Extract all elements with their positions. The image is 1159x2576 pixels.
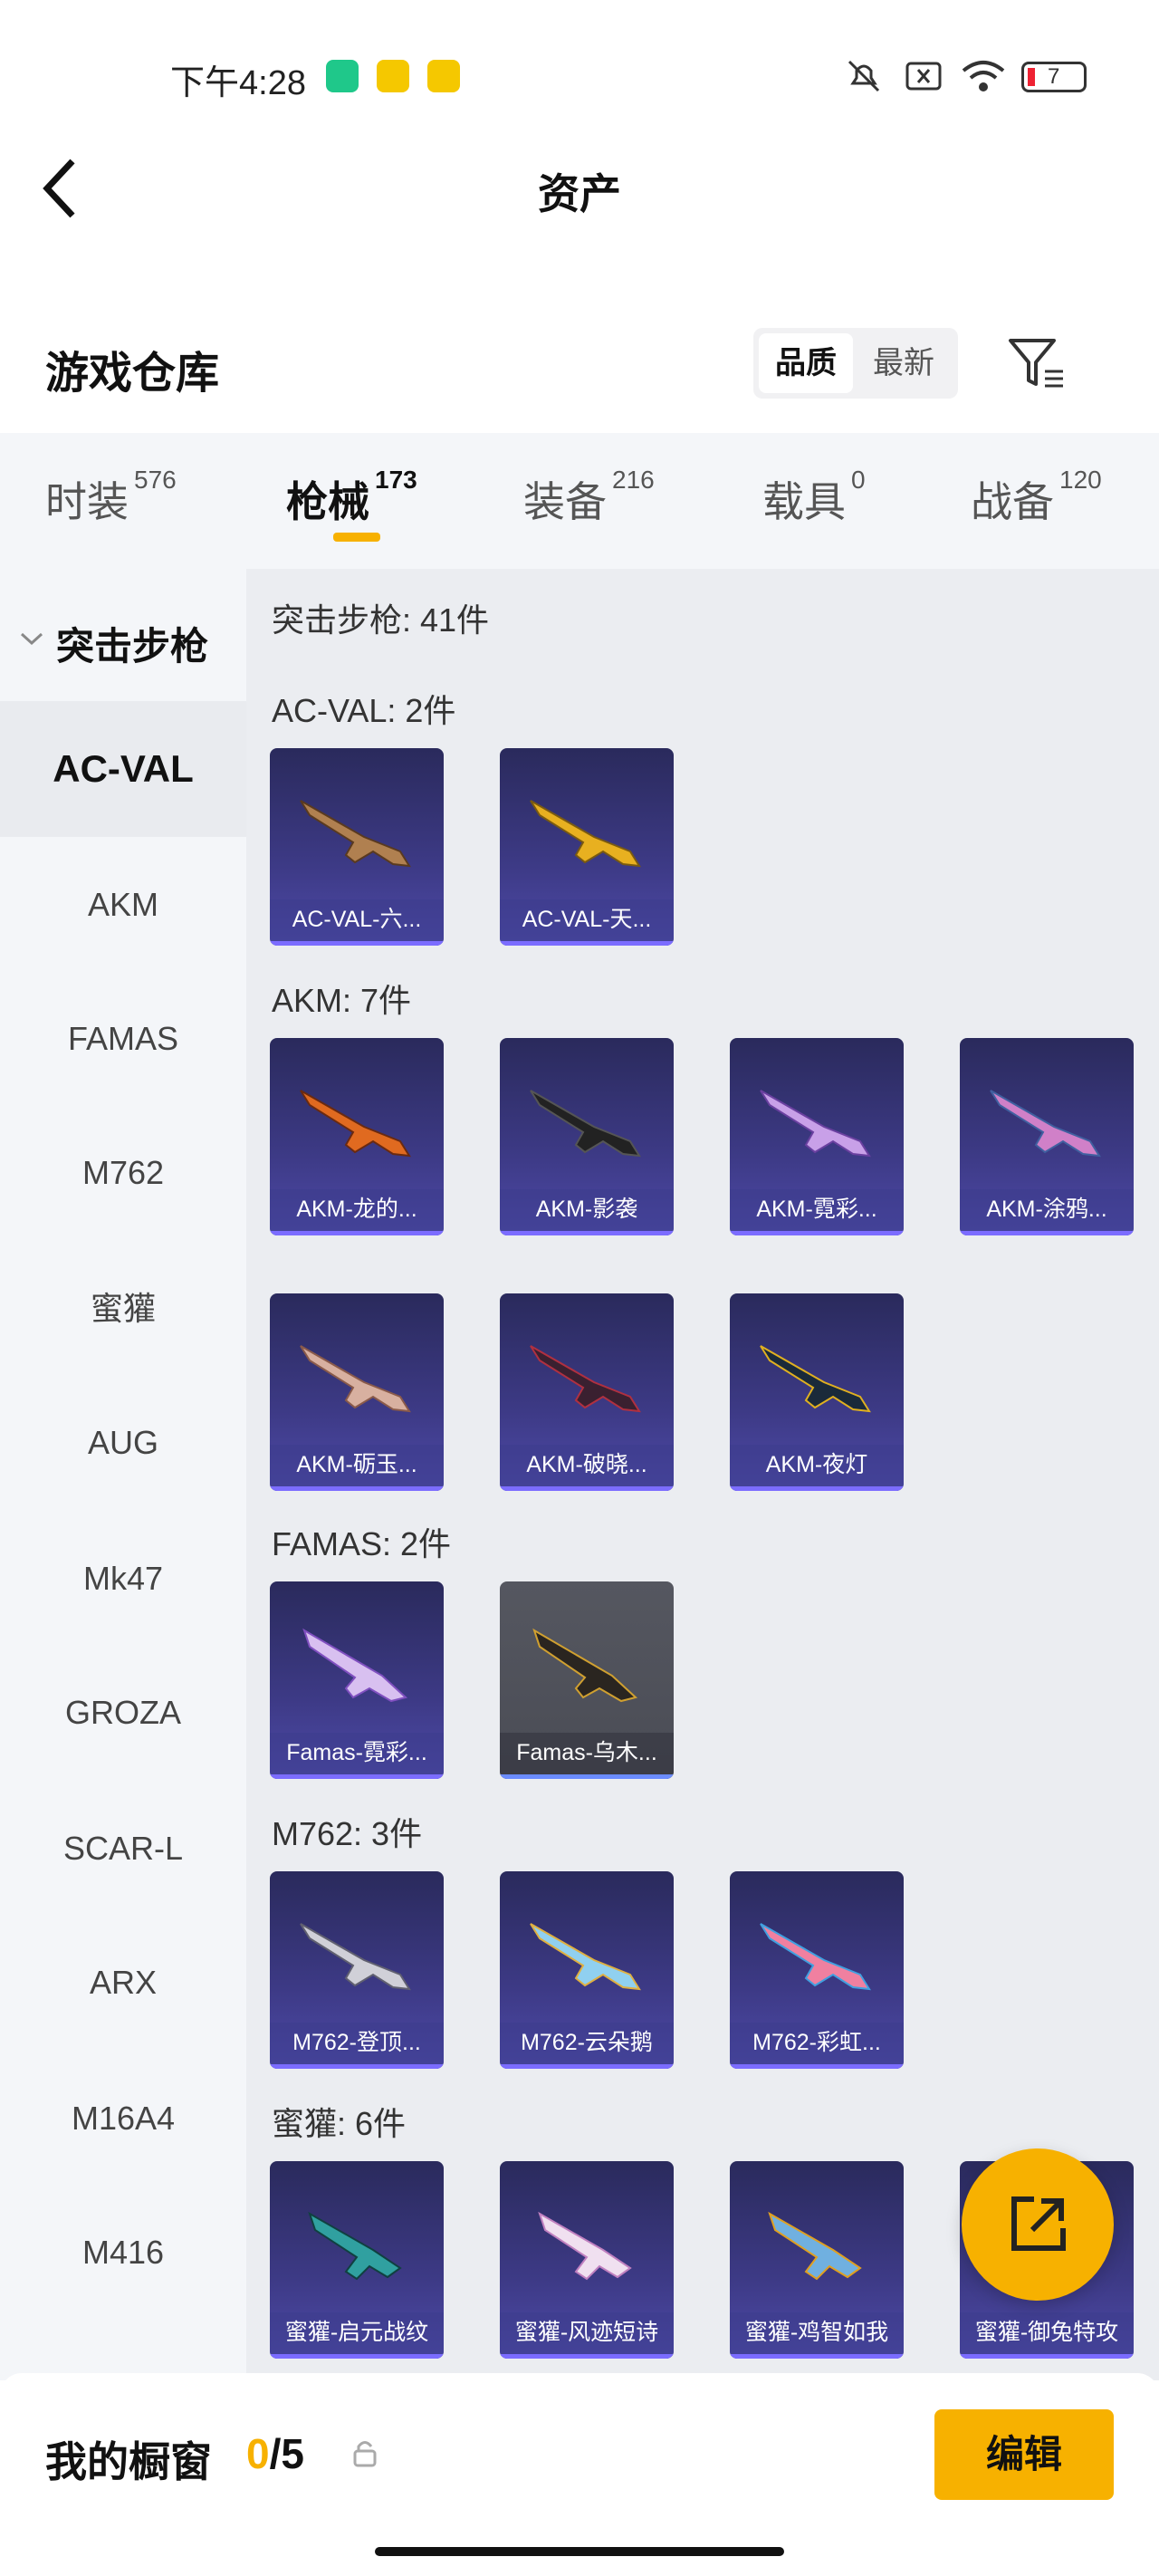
weapon-card[interactable]: Famas-霓彩... [270,1581,444,1779]
tab-equipment[interactable]: 装备 216 [523,466,655,529]
rifle-icon [530,1090,641,1158]
weapon-card[interactable]: AKM-涂鸦... [960,1038,1134,1235]
weapon-card[interactable]: AKM-影袭 [500,1038,674,1235]
sidebar-item-arx[interactable]: ARX [0,1915,246,2051]
rifle-icon [308,2211,402,2281]
tab-vehicles[interactable]: 载具 0 [762,466,866,529]
filter-icon[interactable] [1007,335,1067,389]
sidebar-item-honey-badger[interactable]: 蜜獾 [0,1241,246,1377]
sidebar-item-m16a4[interactable]: M16A4 [0,2051,246,2187]
weapon-card[interactable]: Famas-乌木... [500,1581,674,1779]
page-title: 资产 [538,170,621,217]
group-title-ac-val: AC-VAL: 2件 [272,692,456,729]
weapon-card[interactable]: AKM-破晓... [500,1293,674,1491]
group-title-m762: M762: 3件 [272,1815,423,1852]
rifle-icon [300,800,411,868]
weapon-card[interactable]: 蜜獾-启元战纹 [270,2161,444,2359]
tab-firearms[interactable]: 枪械 173 [286,466,417,529]
showcase-label: 我的橱窗 [45,2438,212,2485]
weapon-card[interactable]: M762-彩虹... [730,1871,904,2069]
sidebar-item-ac-val[interactable]: AC-VAL [0,701,246,837]
sort-quality-option[interactable]: 品质 [759,333,853,393]
lock-icon [353,2441,377,2467]
rifle-icon [300,1923,411,1991]
rifle-icon [760,1923,871,1991]
tab-supplies[interactable]: 战备 120 [971,466,1102,529]
share-icon [1011,2196,1066,2251]
weapon-card[interactable]: AKM-龙的... [270,1038,444,1235]
weapon-card[interactable]: AC-VAL-天... [500,748,674,946]
sidebar-item-m416[interactable]: M416 [0,2185,246,2321]
app-notification-icon-2 [427,60,460,92]
weapon-card[interactable]: 蜜獾-鸡智如我 [730,2161,904,2359]
sort-newest-option[interactable]: 最新 [855,333,953,393]
edit-button[interactable]: 编辑 [934,2409,1114,2500]
rifle-icon [530,800,641,868]
group-title-akm: AKM: 7件 [272,982,412,1019]
rifle-icon [532,1628,638,1703]
showcase-bar: 我的橱窗 0/5 编辑 [0,2373,1159,2576]
battery-icon: 7 [1021,62,1087,92]
rifle-icon [530,1923,641,1991]
rifle-icon [302,1628,408,1703]
weapon-grid: 突击步枪: 41件 AC-VAL: 2件 AC-VAL-六... AC-VAL-… [246,569,1159,2380]
share-button[interactable] [962,2148,1114,2301]
status-time: 下午4:28 [170,64,306,102]
rifle-icon [538,2211,632,2281]
sidebar-item-m762[interactable]: M762 [0,1105,246,1241]
category-tabs: 时装 576 枪械 173 装备 216 载具 0 战备 120 [0,433,1159,569]
weapon-card[interactable]: M762-云朵鹅 [500,1871,674,2069]
rifle-icon [530,1345,641,1413]
weapon-card[interactable]: M762-登顶... [270,1871,444,2069]
group-title-honey-badger: 蜜獾: 6件 [272,2105,407,2142]
sidebar-item-scar-l[interactable]: SCAR-L [0,1781,246,1917]
rifle-icon [300,1345,411,1413]
category-summary: 突击步枪: 41件 [272,601,490,639]
sort-toggle: 品质 最新 [753,328,958,399]
sidebar-item-akm[interactable]: AKM [0,837,246,973]
app-notification-icon [377,60,409,92]
weapon-sidebar: 突击步枪 AC-VAL AKM FAMAS M762 蜜獾 AUG Mk47 G… [0,569,246,2380]
weapon-card[interactable]: AKM-霓彩... [730,1038,904,1235]
home-indicator[interactable] [375,2547,784,2556]
group-title-famas: FAMAS: 2件 [272,1525,452,1562]
showcase-count: 0/5 [246,2430,304,2477]
wifi-icon [962,61,1005,91]
active-tab-indicator [333,533,380,542]
battery-level: 7 [1048,64,1060,89]
weapon-card[interactable]: AC-VAL-六... [270,748,444,946]
sidebar-item-famas[interactable]: FAMAS [0,971,246,1107]
shield-app-icon [326,60,359,92]
sidebar-item-groza[interactable]: GROZA [0,1645,246,1781]
rifle-icon [768,2211,862,2281]
rifle-icon [990,1090,1101,1158]
weapon-card[interactable]: 蜜獾-风迹短诗 [500,2161,674,2359]
chevron-down-icon [20,632,43,646]
tab-fashion[interactable]: 时装 576 [45,466,177,529]
sidebar-item-aug[interactable]: AUG [0,1375,246,1511]
rifle-icon [300,1090,411,1158]
rifle-icon [760,1345,871,1413]
section-title: 游戏仓库 [45,350,220,398]
weapon-card[interactable]: AKM-夜灯 [730,1293,904,1491]
no-sim-icon [905,62,942,91]
rifle-icon [760,1090,871,1158]
sidebar-group-assault-rifles[interactable]: 突击步枪 [0,610,246,674]
sidebar-item-mk47[interactable]: Mk47 [0,1511,246,1647]
mute-icon [848,60,880,92]
weapon-card[interactable]: AKM-砺玉... [270,1293,444,1491]
